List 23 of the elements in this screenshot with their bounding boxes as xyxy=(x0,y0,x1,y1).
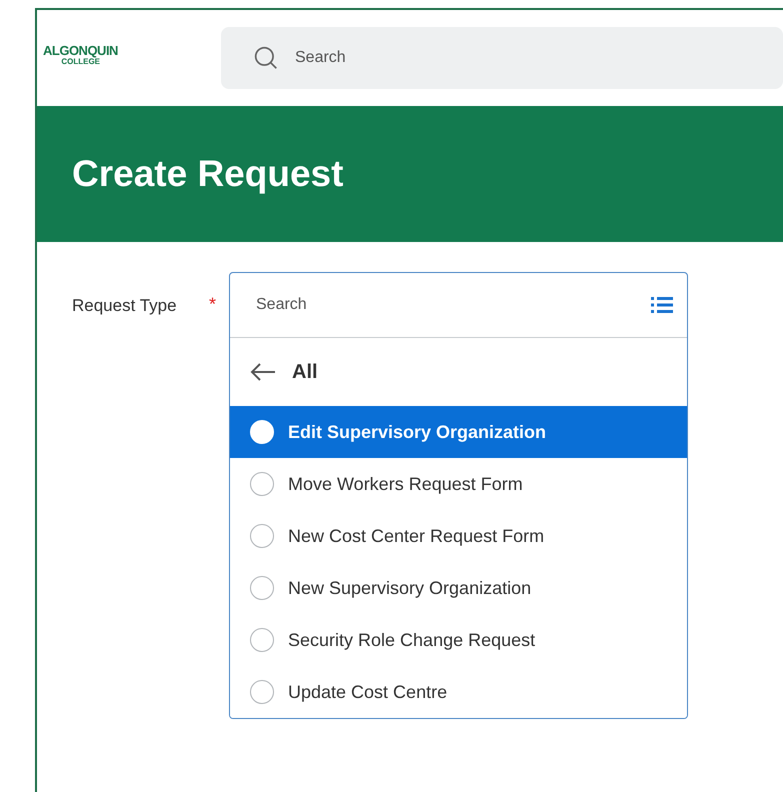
search-input[interactable]: Search xyxy=(293,48,504,68)
dropdown-option[interactable]: Edit Supervisory Organization xyxy=(230,406,687,458)
search-icon xyxy=(253,45,279,71)
radio-icon xyxy=(250,680,274,704)
radio-icon xyxy=(250,576,274,600)
option-label: New Supervisory Organization xyxy=(288,578,532,598)
logo-subtext: COLLEGE xyxy=(61,56,100,66)
search-bar[interactable]: Search xyxy=(221,27,783,89)
radio-icon xyxy=(250,472,274,496)
radio-icon xyxy=(250,524,274,548)
option-label: Edit Supervisory Organization xyxy=(288,422,546,442)
field-label: Request Type xyxy=(72,296,178,316)
required-icon: * xyxy=(209,294,219,315)
option-label: New Cost Center Request Form xyxy=(288,526,544,546)
option-label: Move Workers Request Form xyxy=(288,474,523,494)
list-icon[interactable] xyxy=(651,296,673,314)
back-arrow-icon xyxy=(250,362,276,382)
logo-text: ALGONQUIN xyxy=(43,42,118,58)
radio-icon xyxy=(250,420,274,444)
option-label: Security Role Change Request xyxy=(288,630,536,650)
radio-icon xyxy=(250,628,274,652)
page-title: Create Request xyxy=(72,153,344,195)
option-label: Update Cost Centre xyxy=(288,682,448,702)
